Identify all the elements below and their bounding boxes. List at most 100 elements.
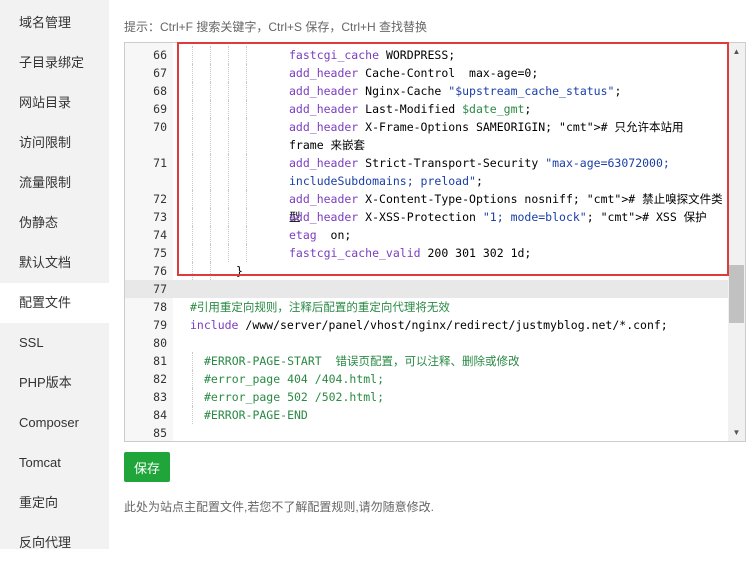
code-text[interactable]: include /www/server/panel/vhost/nginx/re… — [190, 316, 724, 334]
line-number: 82 — [153, 372, 167, 386]
sidebar-item[interactable]: 域名管理 — [0, 3, 109, 43]
indent-guide — [192, 244, 193, 262]
sidebar-item[interactable]: 访问限制 — [0, 123, 109, 163]
indent-guide — [210, 82, 211, 100]
indent-guide — [228, 226, 229, 244]
indent-guide — [228, 64, 229, 82]
code-line[interactable]: 70 add_header X-Frame-Options SAMEORIGIN;… — [125, 118, 728, 154]
scroll-down-arrow-icon[interactable]: ▼ — [728, 424, 745, 441]
indent-guide — [192, 118, 193, 154]
code-line[interactable]: 84 #ERROR-PAGE-END — [125, 406, 728, 424]
code-line[interactable]: 82 #error_page 404 /404.html; — [125, 370, 728, 388]
code-line[interactable]: 66 fastcgi_cache WORDPRESS; — [125, 46, 728, 64]
code-text[interactable]: #error_page 502 /502.html; — [204, 388, 724, 406]
config-warning-note: 此处为站点主配置文件,若您不了解配置规则,请勿随意修改. — [124, 500, 435, 514]
line-number: 84 — [153, 408, 167, 422]
indent-guide — [210, 154, 211, 190]
indent-guide — [228, 154, 229, 190]
code-text[interactable]: add_header Cache-Control max-age=0; — [289, 64, 724, 82]
sidebar-item[interactable]: 子目录绑定 — [0, 43, 109, 83]
indent-guide — [246, 154, 247, 190]
indent-guide — [246, 118, 247, 154]
code-line[interactable]: 80 — [125, 334, 728, 352]
indent-guide — [192, 82, 193, 100]
code-editor[interactable]: 66 fastcgi_cache WORDPRESS; 67 add_header C… — [124, 42, 746, 442]
save-button[interactable]: 保存 — [124, 452, 170, 482]
indent-guide — [192, 226, 193, 244]
indent-guide — [210, 208, 211, 226]
indent-guide — [192, 262, 193, 280]
indent-guide — [210, 100, 211, 118]
line-number: 81 — [153, 354, 167, 368]
code-line[interactable]: 77 — [125, 280, 728, 298]
code-line[interactable]: 83 #error_page 502 /502.html; — [125, 388, 728, 406]
sidebar-item[interactable]: 配置文件 — [0, 283, 109, 323]
code-line[interactable]: 69 add_header Last-Modified $date_gmt; — [125, 100, 728, 118]
indent-guide — [210, 64, 211, 82]
code-text[interactable]: add_header Last-Modified $date_gmt; — [289, 100, 724, 118]
sidebar-item[interactable]: PHP版本 — [0, 363, 109, 403]
code-text[interactable]: fastcgi_cache_valid 200 301 302 1d; — [289, 244, 724, 262]
code-line[interactable]: 71 add_header Strict-Transport-Security "… — [125, 154, 728, 190]
sidebar-item[interactable]: SSL — [0, 323, 109, 363]
sidebar-item[interactable]: Tomcat — [0, 443, 109, 483]
code-text[interactable]: #ERROR-PAGE-START 错误页配置，可以注释、删除或修改 — [204, 352, 724, 370]
code-text[interactable]: } — [236, 262, 724, 280]
line-number: 80 — [153, 336, 167, 350]
scroll-up-arrow-icon[interactable]: ▲ — [728, 43, 745, 60]
line-number: 73 — [153, 210, 167, 224]
editor-scrollbar[interactable]: ▲ ▼ — [728, 43, 745, 441]
indent-guide — [192, 154, 193, 190]
code-line[interactable]: 78 #引用重定向规则，注释后配置的重定向代理将无效 — [125, 298, 728, 316]
sidebar-item[interactable]: Composer — [0, 403, 109, 443]
indent-guide — [210, 190, 211, 208]
code-lines[interactable]: 66 fastcgi_cache WORDPRESS; 67 add_header C… — [125, 46, 728, 441]
code-text[interactable]: #ERROR-PAGE-END — [204, 406, 724, 424]
line-number: 74 — [153, 228, 167, 242]
sidebar-item[interactable]: 反向代理 — [0, 523, 109, 563]
code-text[interactable]: fastcgi_cache WORDPRESS; — [289, 46, 724, 64]
code-line[interactable]: 67 add_header Cache-Control max-age=0; — [125, 64, 728, 82]
line-number: 67 — [153, 66, 167, 80]
indent-guide — [210, 244, 211, 262]
code-line[interactable]: 76} — [125, 262, 728, 280]
sidebar-item[interactable]: 重定向 — [0, 483, 109, 523]
code-line[interactable]: 68 add_header Nginx-Cache "$upstream_cach… — [125, 82, 728, 100]
code-text[interactable]: #引用重定向规则，注释后配置的重定向代理将无效 — [190, 298, 724, 316]
indent-guide — [192, 46, 193, 64]
code-line[interactable]: 85 — [125, 424, 728, 441]
indent-guide — [192, 370, 193, 388]
code-text[interactable]: add_header Strict-Transport-Security "ma… — [289, 154, 724, 190]
sidebar-item[interactable]: 流量限制 — [0, 163, 109, 203]
indent-guide — [192, 388, 193, 406]
indent-guide — [210, 46, 211, 64]
line-number: 85 — [153, 426, 167, 440]
code-line[interactable]: 74 etag on; — [125, 226, 728, 244]
code-text[interactable]: add_header X-XSS-Protection "1; mode=blo… — [289, 208, 724, 226]
main-panel: 提示：Ctrl+F 搜索关键字，Ctrl+S 保存，Ctrl+H 查找替换 66… — [109, 0, 756, 549]
indent-guide — [228, 100, 229, 118]
indent-guide — [210, 262, 211, 280]
code-line[interactable]: 79 include /www/server/panel/vhost/nginx/… — [125, 316, 728, 334]
code-line[interactable]: 75 fastcgi_cache_valid 200 301 302 1d; — [125, 244, 728, 262]
sidebar-menu: 域名管理 子目录绑定 网站目录 访问限制 流量限制 伪静态 默认文档 配置文件 SSL PHP版本… — [0, 0, 109, 563]
code-text[interactable]: add_header X-Frame-Options SAMEORIGIN; "… — [289, 118, 724, 154]
indent-guide — [228, 46, 229, 64]
sidebar: 域名管理 子目录绑定 网站目录 访问限制 流量限制 伪静态 默认文档 配置文件 SSL PHP版本… — [0, 0, 109, 550]
sidebar-item[interactable]: 默认文档 — [0, 243, 109, 283]
code-text[interactable]: add_header Nginx-Cache "$upstream_cache_… — [289, 82, 724, 100]
sidebar-item[interactable]: 伪静态 — [0, 203, 109, 243]
indent-guide — [246, 190, 247, 208]
line-number: 75 — [153, 246, 167, 260]
indent-guide — [246, 244, 247, 262]
code-line[interactable]: 73 add_header X-XSS-Protection "1; mode=b… — [125, 208, 728, 226]
code-text[interactable]: etag on; — [289, 226, 724, 244]
scrollbar-thumb[interactable] — [729, 265, 744, 323]
code-line[interactable]: 81 #ERROR-PAGE-START 错误页配置，可以注释、删除或修改 — [125, 352, 728, 370]
code-line[interactable]: 72 add_header X-Content-Type-Options nosn… — [125, 190, 728, 224]
line-number: 77 — [153, 282, 167, 296]
code-text[interactable]: #error_page 404 /404.html; — [204, 370, 724, 388]
line-number: 71 — [153, 156, 167, 170]
indent-guide — [246, 100, 247, 118]
sidebar-item[interactable]: 网站目录 — [0, 83, 109, 123]
